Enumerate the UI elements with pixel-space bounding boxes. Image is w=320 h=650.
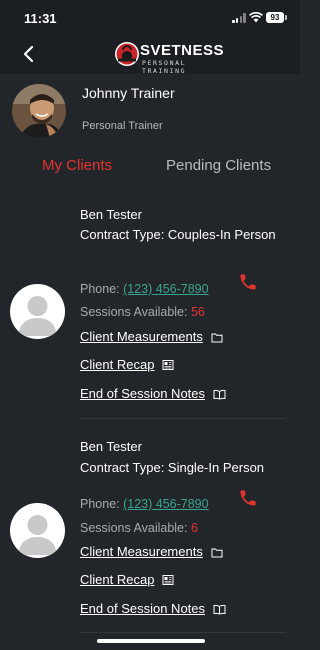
trainer-name: Johnny Trainer xyxy=(82,85,175,101)
client-recap-label: Client Recap xyxy=(80,357,155,372)
client-recap-link[interactable]: Client Recap xyxy=(80,357,174,372)
brand-logo: SVETNESS PERSONAL TRAINING xyxy=(114,41,226,75)
sessions-label: Sessions Available: xyxy=(80,521,188,535)
trainer-avatar xyxy=(12,84,66,138)
session-notes-label: End of Session Notes xyxy=(80,386,206,401)
back-arrow-icon[interactable] xyxy=(18,43,40,65)
brand-name: SVETNESS xyxy=(140,42,225,59)
default-user-icon xyxy=(18,296,57,336)
client-measurements-label: Client Measurements xyxy=(80,329,203,344)
contract-type: Contract Type: Single-In Person xyxy=(80,460,265,475)
phone-label: Phone: xyxy=(80,497,120,511)
session-notes-link[interactable]: End of Session Notes xyxy=(80,386,226,401)
card-divider xyxy=(80,632,286,633)
client-recap-label: Client Recap xyxy=(80,572,155,587)
sessions-line: Sessions Available: 56 xyxy=(80,305,205,319)
tab-pending-clients[interactable]: Pending Clients xyxy=(166,157,271,174)
session-notes-label: End of Session Notes xyxy=(80,601,206,616)
open-book-icon xyxy=(213,604,226,615)
newspaper-icon xyxy=(162,360,174,370)
status-bar: 11:31 93 xyxy=(0,0,300,36)
client-measurements-link[interactable]: Client Measurements xyxy=(80,544,223,559)
folder-icon xyxy=(211,333,223,343)
client-measurements-label: Client Measurements xyxy=(80,544,203,559)
phone-call-icon[interactable] xyxy=(238,488,258,508)
client-recap-link[interactable]: Client Recap xyxy=(80,572,174,587)
cellular-signal-icon xyxy=(232,13,246,23)
folder-icon xyxy=(211,548,223,558)
brand-tagline: PERSONAL TRAINING xyxy=(142,59,187,75)
client-name: Ben Tester xyxy=(80,439,142,454)
default-user-icon xyxy=(18,515,57,555)
phone-number-link[interactable]: (123) 456-7890 xyxy=(123,282,208,296)
kettlebell-logo-icon xyxy=(115,42,139,66)
client-name: Ben Tester xyxy=(80,207,142,222)
client-avatar xyxy=(10,503,65,558)
tab-my-clients[interactable]: My Clients xyxy=(42,157,112,174)
sessions-count: 6 xyxy=(190,521,198,535)
phone-call-icon[interactable] xyxy=(238,272,258,292)
sessions-line: Sessions Available: 6 xyxy=(80,521,198,535)
phone-line: Phone: (123) 456-7890 xyxy=(80,282,209,296)
sessions-label: Sessions Available: xyxy=(80,305,188,319)
wifi-icon xyxy=(249,12,263,23)
newspaper-icon xyxy=(162,575,174,585)
phone-line: Phone: (123) 456-7890 xyxy=(80,497,209,511)
battery-tip xyxy=(285,15,287,20)
app-header: SVETNESS PERSONAL TRAINING xyxy=(0,36,300,75)
battery-icon: 93 xyxy=(266,12,284,23)
card-divider xyxy=(80,418,286,419)
phone-label: Phone: xyxy=(80,282,120,296)
phone-number-link[interactable]: (123) 456-7890 xyxy=(123,497,208,511)
session-notes-link[interactable]: End of Session Notes xyxy=(80,601,226,616)
open-book-icon xyxy=(213,389,226,400)
client-measurements-link[interactable]: Client Measurements xyxy=(80,329,223,344)
client-avatar xyxy=(10,284,65,339)
trainer-role: Personal Trainer xyxy=(82,120,163,132)
sessions-count: 56 xyxy=(190,305,205,319)
status-time: 11:31 xyxy=(24,11,57,26)
contract-type: Contract Type: Couples-In Person xyxy=(80,227,276,242)
home-indicator[interactable] xyxy=(97,639,205,643)
